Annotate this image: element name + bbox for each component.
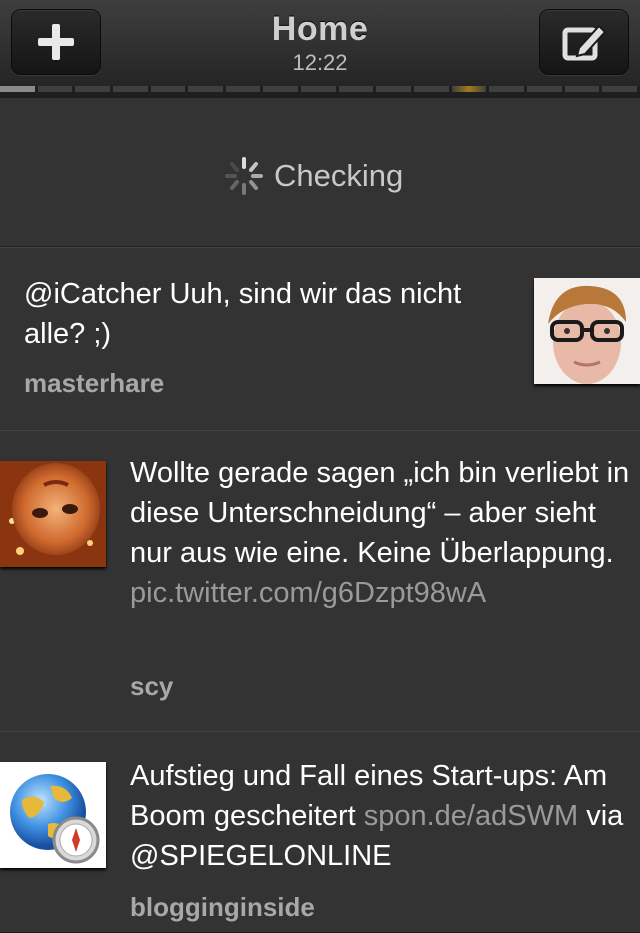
tweet-username[interactable]: scy	[130, 671, 173, 702]
tweet-username[interactable]: masterhare	[24, 368, 164, 399]
avatar[interactable]	[0, 461, 106, 567]
tweet-row[interactable]: Wollte gerade sagen „ich bin verliebt in…	[0, 430, 640, 732]
avatar[interactable]	[534, 278, 640, 384]
tweet-row[interactable]: @iCatcher Uuh, sind wir das nicht alle? …	[0, 247, 640, 431]
tweet-row[interactable]: Aufstieg und Fall eines Start-ups: Am Bo…	[0, 731, 640, 933]
nav-bar: Home 12:22	[0, 0, 640, 87]
status-label: Checking	[274, 158, 404, 193]
avatar[interactable]	[0, 762, 106, 868]
tweet-text: Aufstieg und Fall eines Start-ups: Am Bo…	[130, 756, 630, 876]
tweet-username[interactable]: blogginginside	[130, 892, 315, 923]
refresh-status-row: Checking	[0, 98, 640, 247]
compose-icon	[562, 24, 607, 61]
timeline-position-indicator	[0, 86, 640, 98]
tweet-text: Wollte gerade sagen „ich bin verliebt in…	[130, 453, 630, 613]
tweet-link[interactable]: pic.twitter.com/g6Dzpt98wA	[130, 577, 486, 609]
tweet-text: @iCatcher Uuh, sind wir das nicht alle? …	[24, 278, 462, 350]
tweet-body: Wollte gerade sagen „ich bin verliebt in…	[130, 457, 630, 569]
compose-button[interactable]	[539, 9, 629, 75]
spinner-icon	[225, 157, 263, 195]
tweet-link[interactable]: spon.de/adSWM	[364, 800, 578, 832]
